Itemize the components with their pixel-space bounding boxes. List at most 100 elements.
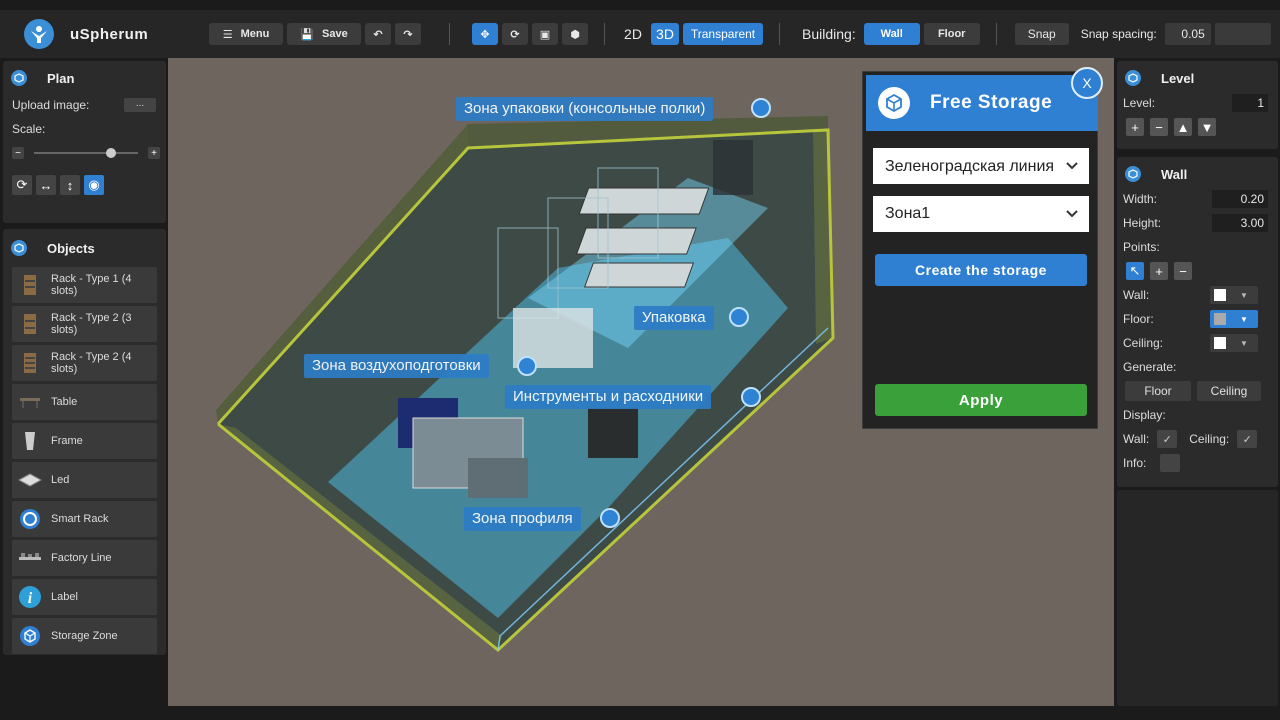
zone-marker-dot[interactable] <box>600 508 620 528</box>
zone-label-air-preparation[interactable]: Зона воздухоподготовки <box>304 354 489 378</box>
dialog-close-button[interactable]: X <box>1071 67 1103 99</box>
display-wall-checkbox[interactable]: ✓ <box>1157 430 1178 448</box>
building-wall-button[interactable]: Wall <box>863 23 920 45</box>
level-input[interactable]: 1 <box>1232 94 1268 112</box>
floor-color-picker[interactable]: ▼ <box>1210 310 1258 328</box>
select-point-icon[interactable]: ↖ <box>1126 262 1144 280</box>
object-led[interactable]: Led <box>12 462 157 498</box>
object-smart-rack[interactable]: Smart Rack <box>12 501 157 537</box>
zone-select[interactable]: Зона1 <box>873 196 1089 232</box>
snap-spacing-input[interactable]: 0.05 <box>1164 23 1211 45</box>
generate-floor-button[interactable]: Floor <box>1125 381 1191 401</box>
zone-label-packing-shelves[interactable]: Зона упаковки (консольные полки) <box>456 97 714 121</box>
transparent-toggle[interactable]: Transparent <box>683 23 763 45</box>
upload-image-button[interactable]: ... <box>124 98 156 112</box>
scale-tool-button[interactable]: ▣ <box>532 23 558 45</box>
save-icon: 💾 <box>300 28 314 41</box>
level-title: Level <box>1161 70 1195 86</box>
snap-button[interactable]: Snap <box>1014 23 1069 45</box>
chevron-down-icon: ▼ <box>1240 290 1248 300</box>
rotate-tool-button[interactable]: ⟳ <box>502 23 528 45</box>
zoom-in-icon[interactable]: + <box>148 147 160 159</box>
remove-level-icon[interactable]: − <box>1150 118 1168 136</box>
wall-width-input[interactable]: 0.20 <box>1212 190 1268 208</box>
object-label: Factory Line <box>51 552 112 564</box>
zoom-out-icon[interactable]: − <box>12 147 24 159</box>
right-empty-panel <box>1117 490 1278 706</box>
rack-icon <box>18 312 42 336</box>
display-label: Display: <box>1123 408 1166 422</box>
object-rack-type2-4[interactable]: Rack - Type 2 (4 slots) <box>12 345 157 381</box>
zone-marker-dot[interactable] <box>741 387 761 407</box>
zone-label-profile[interactable]: Зона профиля <box>464 507 581 531</box>
scale-slider[interactable] <box>34 148 138 158</box>
mode-3d-button[interactable]: 3D <box>651 23 679 45</box>
redo-button[interactable]: ↷ <box>395 23 421 45</box>
redo-icon: ↷ <box>403 28 413 41</box>
apply-button[interactable]: Apply <box>875 384 1087 416</box>
menu-button[interactable]: ☰ Menu <box>209 23 283 45</box>
cube-icon <box>878 87 910 119</box>
mode-2d-button[interactable]: 2D <box>619 23 647 45</box>
objects-list: Rack - Type 1 (4 slots) Rack - Type 2 (3… <box>3 267 166 654</box>
object-storage-zone[interactable]: Storage Zone <box>12 618 157 654</box>
save-button[interactable]: 💾 Save <box>287 23 361 45</box>
wall-color-label: Wall: <box>1123 288 1150 302</box>
object-label: Rack - Type 1 (4 slots) <box>51 273 132 297</box>
objects-title: Objects <box>47 240 95 256</box>
line-select[interactable]: Зеленоградская линия <box>873 148 1089 184</box>
upload-row: Upload image: ... <box>3 93 166 117</box>
info-label: Info: <box>1123 456 1147 470</box>
flip-horizontal-icon[interactable]: ↔ <box>36 175 56 195</box>
line-select-value: Зеленоградская линия <box>885 157 1055 175</box>
objects-header: Objects <box>3 235 166 261</box>
add-point-icon[interactable]: + <box>1150 262 1168 280</box>
level-header: Level <box>1117 65 1278 91</box>
info-row: Info: <box>1117 451 1278 475</box>
cube-tool-button[interactable]: ⬢ <box>562 23 588 45</box>
zone-label-tools[interactable]: Инструменты и расходники <box>505 385 712 409</box>
undo-icon: ↶ <box>373 28 383 41</box>
snap-spacing-extra-field[interactable] <box>1214 23 1271 45</box>
wall-color-picker[interactable]: ▼ <box>1210 286 1258 304</box>
object-factory-line[interactable]: Factory Line <box>12 540 157 576</box>
object-rack-type1-4[interactable]: Rack - Type 1 (4 slots) <box>12 267 157 303</box>
wall-height-row: Height: 3.00 <box>1117 211 1278 235</box>
generate-ceiling-button[interactable]: Ceiling <box>1197 381 1261 401</box>
visibility-eye-icon[interactable]: ◉ <box>84 175 104 195</box>
remove-point-icon[interactable]: − <box>1174 262 1192 280</box>
zone-marker-dot[interactable] <box>751 98 771 118</box>
ceiling-color-picker[interactable]: ▼ <box>1210 334 1258 352</box>
object-table[interactable]: Table <box>12 384 157 420</box>
floor-color-row: Floor: ▼ <box>1117 307 1278 331</box>
building-floor-button[interactable]: Floor <box>923 23 980 45</box>
cube-icon <box>18 624 42 648</box>
object-label[interactable]: i Label <box>12 579 157 615</box>
flip-vertical-icon[interactable]: ↕ <box>60 175 80 195</box>
table-icon <box>18 390 42 414</box>
undo-button[interactable]: ↶ <box>365 23 391 45</box>
chevron-down-icon: ▼ <box>1240 314 1248 324</box>
object-label: Storage Zone <box>51 630 118 642</box>
toolbar-divider <box>449 23 450 45</box>
rotate-plan-icon[interactable]: ⟳ <box>12 175 32 195</box>
object-frame[interactable]: Frame <box>12 423 157 459</box>
toolbar-divider <box>604 23 605 45</box>
level-up-icon[interactable]: ▲ <box>1174 118 1192 136</box>
scale-slider-thumb[interactable] <box>106 148 117 158</box>
cube-icon: ⬢ <box>570 28 580 41</box>
zone-marker-dot[interactable] <box>729 307 749 327</box>
zone-label-packing[interactable]: Упаковка <box>634 306 714 330</box>
move-tool-button[interactable]: ✥ <box>472 23 498 45</box>
display-toggles: Wall: ✓ Ceiling: ✓ <box>1117 427 1278 451</box>
object-rack-type2-3[interactable]: Rack - Type 2 (3 slots) <box>12 306 157 342</box>
level-down-icon[interactable]: ▼ <box>1198 118 1216 136</box>
zone-marker-dot[interactable] <box>517 356 537 376</box>
level-row: Level: 1 <box>1117 91 1278 115</box>
wall-height-input[interactable]: 3.00 <box>1212 214 1268 232</box>
add-level-icon[interactable]: + <box>1126 118 1144 136</box>
scale-slider-row: − + <box>3 141 166 165</box>
display-ceiling-checkbox[interactable]: ✓ <box>1237 430 1258 448</box>
create-storage-button[interactable]: Create the storage <box>875 254 1087 286</box>
info-checkbox[interactable] <box>1160 454 1181 472</box>
